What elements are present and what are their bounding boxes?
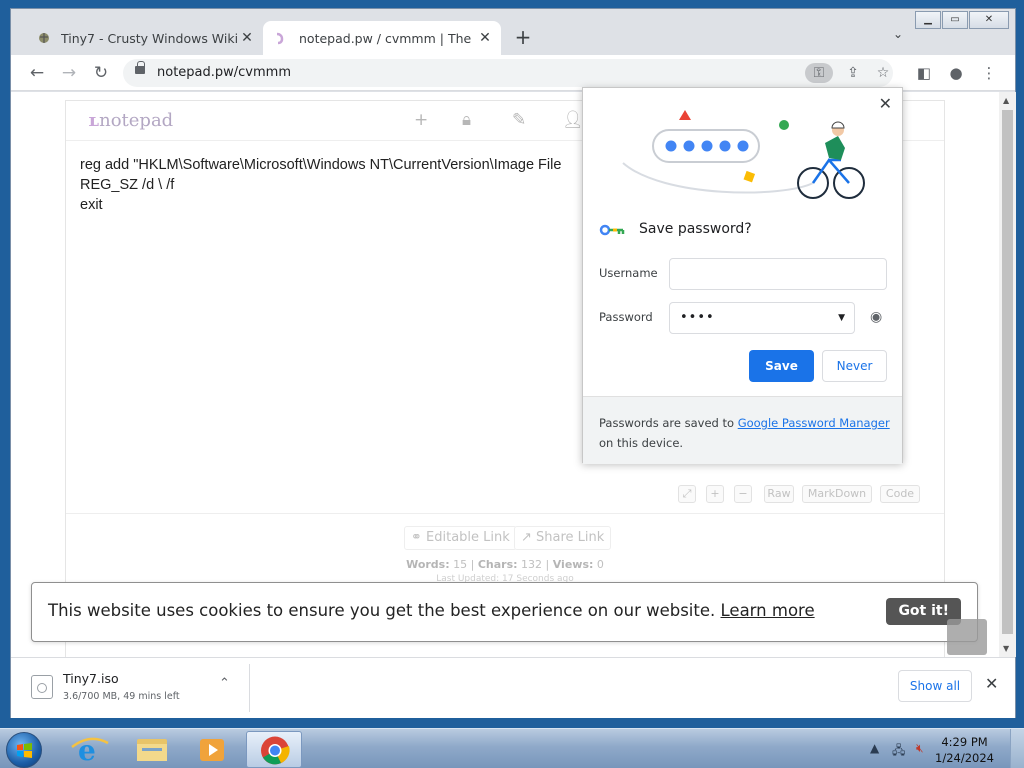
url-text[interactable]: notepad.pw/cvmmm xyxy=(157,65,291,80)
file-icon[interactable] xyxy=(31,675,53,699)
taskbar: e ▲ 🖧︎ 🔇︎ 4:29 PM 1/24/2024 xyxy=(0,728,1024,768)
menu-kebab-icon[interactable]: ⋮ xyxy=(979,63,999,83)
share-link-button[interactable]: ↗ Share Link xyxy=(514,526,612,550)
tab-close-icon[interactable]: ✕ xyxy=(475,30,495,46)
bubble-title: Save password? xyxy=(639,221,752,237)
tab-strip: Tiny7 - Crusty Windows Wiki ✕ notepad.pw… xyxy=(11,9,1015,55)
tab-title: notepad.pw / cvmmm | The napkin xyxy=(299,30,475,46)
profile-avatar-icon[interactable]: ● xyxy=(946,63,966,83)
lock-note-icon[interactable]: 🔒︎ xyxy=(462,110,471,130)
learn-more-link[interactable]: Learn more xyxy=(721,601,815,620)
show-password-eye-icon[interactable]: ◉ xyxy=(870,309,882,325)
scroll-down-icon[interactable]: ▼ xyxy=(1003,644,1009,653)
font-decrease-button[interactable]: − xyxy=(734,485,752,503)
password-manager-link[interactable]: Google Password Manager xyxy=(738,416,890,430)
network-icon[interactable]: 🖧︎ xyxy=(892,741,905,762)
close-shelf-icon[interactable]: ✕ xyxy=(985,674,998,693)
new-tab-icon[interactable]: + xyxy=(511,25,535,49)
side-panel-icon[interactable]: ◧ xyxy=(914,63,934,83)
new-note-icon[interactable]: + xyxy=(414,110,428,130)
editor-line: exit xyxy=(80,197,103,213)
font-increase-button[interactable]: + xyxy=(706,485,724,503)
password-label: Password xyxy=(599,310,653,324)
volume-muted-icon[interactable]: 🔇︎ xyxy=(916,741,924,756)
cookie-banner: This website uses cookies to ensure you … xyxy=(31,582,978,642)
show-all-button[interactable]: Show all xyxy=(898,670,972,702)
footer-text: Passwords are saved to Google Password M… xyxy=(599,416,890,450)
windows-flag-icon xyxy=(17,743,32,758)
notepad-logo[interactable]: ʟnotepad xyxy=(88,110,173,131)
media-player-icon xyxy=(200,739,224,761)
scroll-top-button[interactable] xyxy=(947,619,987,655)
download-file-name[interactable]: Tiny7.iso xyxy=(63,671,119,686)
folder-icon xyxy=(137,739,167,761)
fullscreen-button[interactable]: ⤢ xyxy=(678,485,696,503)
taskbar-chrome[interactable] xyxy=(246,731,302,768)
scroll-up-icon[interactable]: ▲ xyxy=(1003,96,1009,105)
edit-url-icon[interactable]: ✎ xyxy=(512,110,526,130)
forward-icon[interactable]: → xyxy=(57,61,81,85)
page-scrollbar[interactable]: ▲ ▼ xyxy=(999,92,1016,657)
chrome-window: ▁ ▭ ✕ Tiny7 - Crusty Windows Wiki ✕ note… xyxy=(10,8,1016,718)
address-bar[interactable]: notepad.pw/cvmmm ⚿ ⇪ ☆ xyxy=(123,59,893,87)
password-value: •••• xyxy=(680,310,715,325)
tab-title: Tiny7 - Crusty Windows Wiki xyxy=(61,30,237,46)
system-clock[interactable]: 4:29 PM 1/24/2024 xyxy=(935,734,994,766)
cookie-message: This website uses cookies to ensure you … xyxy=(48,601,815,620)
dropdown-arrow-icon[interactable]: ▼ xyxy=(838,303,846,333)
tab-notepad[interactable]: notepad.pw / cvmmm | The napkin ✕ xyxy=(263,21,501,55)
editor-line: REG_SZ /d \ /f xyxy=(80,177,175,193)
tab-search-chevron-icon[interactable]: ⌄ xyxy=(893,27,903,41)
note-editor[interactable]: reg add "HKLM\Software\Microsoft\Windows… xyxy=(80,155,561,215)
tab-tiny7-wiki[interactable]: Tiny7 - Crusty Windows Wiki ✕ xyxy=(25,21,263,55)
clock-date: 1/24/2024 xyxy=(935,751,994,765)
chrome-icon xyxy=(261,736,290,765)
editor-line: reg add "HKLM\Software\Microsoft\Windows… xyxy=(80,157,562,173)
save-password-button[interactable]: Save xyxy=(749,350,814,382)
show-desktop-button[interactable] xyxy=(1010,729,1024,768)
chevron-up-icon[interactable]: ⌃ xyxy=(219,676,230,691)
editable-link-button[interactable]: ⚭ Editable Link xyxy=(404,526,517,550)
browser-toolbar: ← → ↻ notepad.pw/cvmmm ⚿ ⇪ ☆ ◧ ● ⋮ xyxy=(11,55,1015,91)
clock-time: 4:29 PM xyxy=(941,735,988,749)
note-stats: Words: 15 | Chars: 132 | Views: 0 xyxy=(406,558,604,571)
start-button[interactable] xyxy=(6,732,42,768)
bubble-close-icon[interactable]: ✕ xyxy=(879,94,892,113)
username-label: Username xyxy=(599,266,658,280)
username-field[interactable] xyxy=(669,258,887,290)
markdown-button[interactable]: MarkDown xyxy=(802,485,872,503)
raw-button[interactable]: Raw xyxy=(764,485,794,503)
divider xyxy=(249,664,250,712)
save-password-bubble: ✕ Save password? Username Password •••• … xyxy=(582,87,903,464)
password-field[interactable]: •••• ▼ xyxy=(669,302,855,334)
google-key-icon xyxy=(599,224,625,236)
taskbar-explorer[interactable] xyxy=(124,731,180,768)
taskbar-ie[interactable]: e xyxy=(62,731,118,768)
password-illustration xyxy=(622,110,865,199)
tab-close-icon[interactable]: ✕ xyxy=(237,30,257,46)
internet-explorer-icon: e xyxy=(71,734,109,767)
download-status: 3.6/700 MB, 49 mins left xyxy=(63,691,180,702)
lock-icon[interactable] xyxy=(135,61,145,74)
bookmark-star-icon[interactable]: ☆ xyxy=(869,63,897,83)
bubble-footer: Passwords are saved to Google Password M… xyxy=(583,396,902,464)
reload-icon[interactable]: ↻ xyxy=(89,61,113,85)
scrollbar-thumb[interactable] xyxy=(1002,110,1013,634)
code-button[interactable]: Code xyxy=(880,485,920,503)
user-icon[interactable]: 👤︎ xyxy=(562,110,584,130)
show-hidden-icons-icon[interactable]: ▲ xyxy=(870,741,879,755)
password-key-icon[interactable]: ⚿ xyxy=(805,63,833,83)
download-shelf: Tiny7.iso 3.6/700 MB, 49 mins left ⌃ Sho… xyxy=(11,657,1015,718)
share-icon[interactable]: ⇪ xyxy=(839,63,867,83)
notepad-favicon-icon xyxy=(275,31,289,45)
wiki-favicon-icon xyxy=(37,31,51,45)
back-icon[interactable]: ← xyxy=(25,61,49,85)
taskbar-media-player[interactable] xyxy=(184,731,240,768)
never-button[interactable]: Never xyxy=(822,350,887,382)
